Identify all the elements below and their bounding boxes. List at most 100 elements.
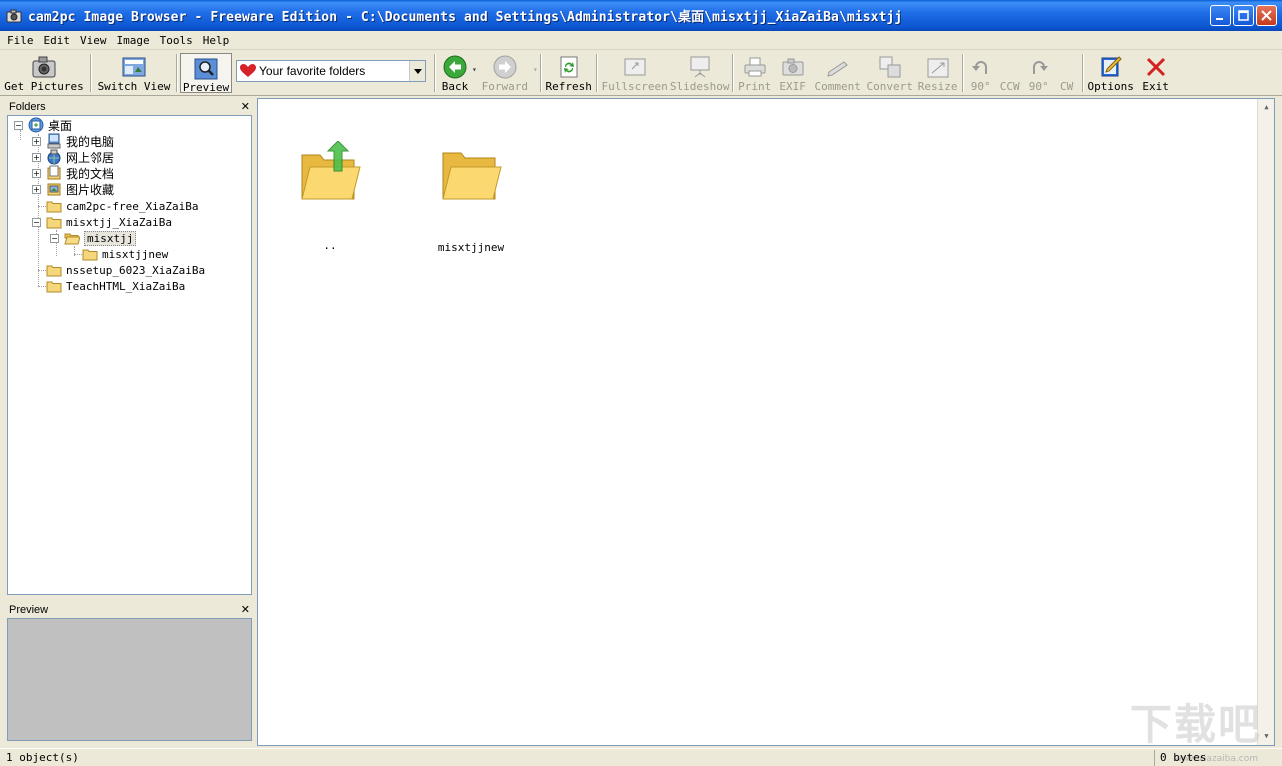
refresh-button[interactable]: Refresh [544,51,594,95]
thumbnail-view[interactable]: .. misxtjjnew ▲ ▼ [257,98,1275,746]
exif-button[interactable]: EXIF [774,51,812,95]
menu-view[interactable]: View [75,34,112,47]
tree-item-folder-selected[interactable]: − misxtjj [50,230,137,246]
menu-edit[interactable]: Edit [39,34,76,47]
preview-magnifier-icon [194,58,218,80]
slideshow-button[interactable]: Slideshow [670,51,730,95]
comment-label: Comment [814,80,861,93]
switch-view-label: Switch View [97,80,171,93]
tree-item-my-documents[interactable]: + 我的文档 [32,165,114,181]
rotate-cw-label: CW [1060,80,1074,93]
network-icon [47,149,61,165]
tree-item-folder[interactable]: cam2pc-free_XiaZaiBa [32,198,198,214]
fullscreen-button[interactable]: Fullscreen [600,51,670,95]
favorite-folders-value: Your favorite folders [259,64,366,78]
left-panel: Folders ✕ − 桌面 + 我的电脑 + 网上邻居 + 我的文档 + 图片… [5,98,254,743]
toolbar-separator [731,54,734,92]
tree-item-folder[interactable]: nssetup_6023_XiaZaiBa [32,262,205,278]
collapse-toggle[interactable]: − [50,233,59,243]
convert-button[interactable]: Convert [864,51,916,95]
folders-pane-header: Folders ✕ [5,98,254,115]
pictures-icon [47,183,61,196]
preview-area [7,618,252,741]
folder-icon [46,217,62,229]
menu-tools[interactable]: Tools [155,34,198,47]
printer-icon [744,57,766,77]
rotate-90-cw-button[interactable]: 90° [1024,51,1054,95]
rotate-90-ccw-left-button[interactable]: 90° [966,51,996,95]
preview-pane-header: Preview ✕ [5,601,254,618]
switch-view-button[interactable]: Switch View [94,51,174,95]
preview-button[interactable]: Preview [180,53,232,94]
preview-label: Preview [182,81,230,94]
options-icon [1101,56,1122,77]
folder-icon [82,249,98,261]
refresh-icon [560,56,578,78]
folder-up-icon [301,141,361,200]
vertical-scrollbar[interactable]: ▲ ▼ [1257,99,1274,745]
chevron-down-icon [413,68,422,74]
status-bar: 1 object(s) 0 bytes [0,748,1282,766]
tree-item-label: misxtjj_XiaZaiBa [66,215,172,229]
thumbnail-item-parent-folder[interactable]: .. [260,141,400,252]
toolbar-separator [90,54,92,92]
thumbnail-item-folder[interactable]: misxtjjnew [401,149,541,254]
switch-view-icon [122,57,146,77]
expand-toggle[interactable]: + [32,136,41,146]
menu-image[interactable]: Image [112,34,155,47]
collapse-toggle[interactable]: − [32,217,41,227]
tree-item-desktop[interactable]: − 桌面 [14,117,72,133]
menu-file[interactable]: File [2,34,39,47]
tree-item-folder[interactable]: misxtjjnew [68,246,168,262]
rotate-right-icon [1032,61,1048,74]
rotate-ccw-degrees-label: 90° [970,80,991,93]
rotate-ccw-label: CCW [999,80,1020,93]
menu-help[interactable]: Help [198,34,235,47]
folder-icon [442,152,502,200]
forward-label: Forward [481,80,528,93]
get-pictures-button[interactable]: Get Pictures [0,51,88,95]
options-button[interactable]: Options [1086,51,1136,95]
folder-icon [46,265,62,277]
dropdown-arrow-button[interactable] [409,61,425,81]
tree-item-label: nssetup_6023_XiaZaiBa [66,263,206,277]
toolbar-separator [961,54,964,92]
slideshow-label: Slideshow [669,80,730,93]
rotate-cw-button[interactable]: CW [1054,51,1080,95]
comment-button[interactable]: Comment [812,51,864,95]
exit-button[interactable]: Exit [1136,51,1176,95]
expand-toggle[interactable]: + [32,152,41,162]
tree-item-folder[interactable]: TeachHTML_XiaZaiBa [32,278,185,294]
resize-button[interactable]: Resize [916,51,960,95]
favorite-folders-dropdown[interactable]: Your favorite folders [236,60,426,82]
tree-item-my-pictures[interactable]: + 图片收藏 [32,181,114,197]
print-button[interactable]: Print [736,51,774,95]
minimize-button[interactable] [1210,5,1231,26]
back-label: Back [441,80,469,93]
close-folders-pane-button[interactable]: ✕ [241,100,250,113]
tree-item-folder[interactable]: − misxtjj_XiaZaiBa [32,214,172,230]
computer-icon [47,133,61,149]
tree-item-label: 桌面 [48,118,73,133]
tree-item-network[interactable]: + 网上邻居 [32,149,114,165]
close-button[interactable] [1256,5,1277,26]
menu-bar: File Edit View Image Tools Help [0,31,1282,50]
collapse-toggle[interactable]: − [14,120,23,130]
expand-toggle[interactable]: + [32,168,41,178]
expand-toggle[interactable]: + [32,184,41,194]
close-preview-pane-button[interactable]: ✕ [241,603,250,616]
forward-history-dropdown[interactable]: ▾ [533,65,538,95]
rotate-ccw-button[interactable]: CCW [996,51,1024,95]
tree-item-my-computer[interactable]: + 我的电脑 [32,133,114,149]
desktop-icon [28,117,44,133]
fullscreen-icon [624,58,646,76]
back-button[interactable]: Back [438,51,472,95]
options-label: Options [1087,80,1134,93]
folders-tree[interactable]: − 桌面 + 我的电脑 + 网上邻居 + 我的文档 + 图片收藏 cam2pc-… [7,115,252,595]
folders-pane-title: Folders [9,100,46,113]
scroll-up-button[interactable]: ▲ [1260,101,1273,114]
maximize-button[interactable] [1233,5,1254,26]
exif-camera-icon [782,58,804,76]
fullscreen-label: Fullscreen [601,80,668,93]
forward-button[interactable]: Forward [477,51,533,95]
